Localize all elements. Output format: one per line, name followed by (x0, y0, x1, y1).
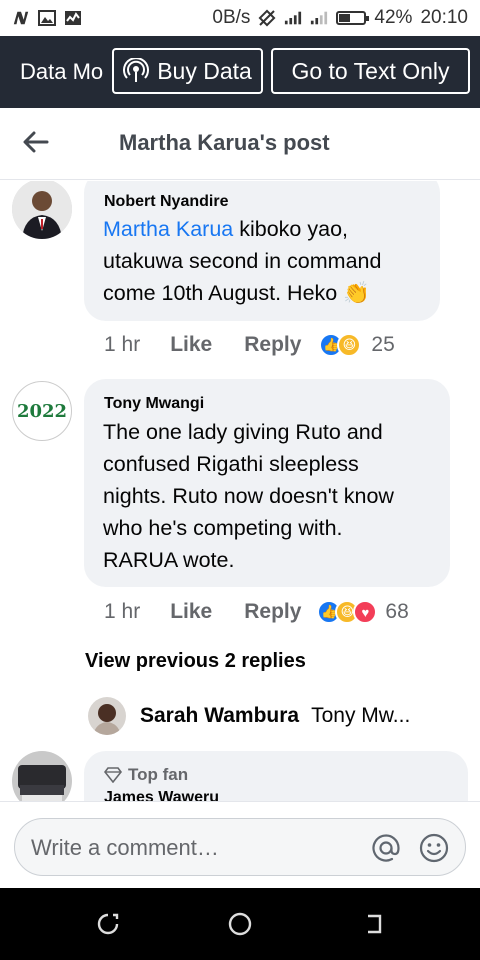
reactions[interactable]: 👍 😆 ♥ (317, 600, 378, 624)
like-button[interactable]: Like (170, 600, 212, 624)
comment-composer: Write a comment… (0, 801, 480, 888)
activity-icon (64, 9, 82, 27)
reply-button[interactable]: Reply (244, 333, 301, 357)
comment-time[interactable]: 1 hr (104, 600, 140, 624)
comment-input[interactable]: Write a comment… (14, 818, 466, 876)
n-icon (12, 9, 30, 27)
recents-icon[interactable] (94, 910, 122, 938)
mention-link[interactable]: Martha Karua (103, 217, 233, 241)
comment-text: The one lady giving Ruto and confused Ri… (103, 420, 394, 572)
buy-data-button[interactable]: Buy Data (112, 48, 263, 94)
comment-placeholder: Write a comment… (31, 835, 219, 860)
home-icon[interactable] (226, 910, 254, 938)
top-fan-badge: Top fan (104, 765, 188, 785)
post-header: Martha Karua's post (0, 108, 480, 180)
heart-icon: ♥ (353, 600, 378, 624)
comment-text: Martha Karua kiboko yao, utakuwa second … (103, 217, 382, 305)
battery-percent: 42% (374, 7, 413, 28)
like-button[interactable]: Like (170, 333, 212, 357)
avatar (88, 697, 126, 735)
net-speed: 0B/s (212, 7, 251, 28)
comment-time[interactable]: 1 hr (104, 333, 140, 357)
battery-icon (336, 11, 370, 25)
avatar[interactable]: 2022 (12, 381, 72, 441)
mention-icon[interactable] (369, 831, 403, 865)
broadcast-icon (123, 58, 150, 84)
back-arrow-icon[interactable] (22, 128, 50, 156)
clapping-emoji-icon: 👏 (343, 281, 371, 305)
data-mode-bar: Data Mo Buy Data Go to Text Only (0, 36, 480, 108)
back-icon[interactable] (360, 910, 388, 938)
comment-author[interactable]: Nobert Nyandire (104, 193, 228, 211)
image-icon (38, 9, 56, 27)
comment-author[interactable]: Tony Mwangi (104, 395, 204, 413)
reply-snippet: Tony Mw... (311, 704, 411, 727)
reply-button[interactable]: Reply (244, 600, 301, 624)
system-nav-bar (0, 888, 480, 960)
status-bar: 0B/s 42% 20:10 (0, 0, 480, 36)
reply-author: Sarah Wambura (140, 704, 300, 727)
clock: 20:10 (420, 7, 468, 28)
diamond-icon (104, 767, 122, 783)
page-title: Martha Karua's post (119, 130, 330, 155)
data-mode-label: Data Mo (20, 59, 104, 84)
avatar-label: 2022 (16, 400, 68, 422)
text-only-label: Go to Text Only (291, 57, 450, 84)
avatar[interactable] (12, 751, 72, 801)
rotate-icon (258, 9, 276, 27)
emoji-icon[interactable] (417, 831, 451, 865)
laughing-icon: 😆 (337, 333, 362, 357)
signal-icon (284, 9, 302, 27)
comment-actions: 1 hr Like Reply 👍 😆 ♥ 68 (104, 600, 409, 624)
buy-data-label: Buy Data (157, 57, 252, 84)
view-previous-replies-link[interactable]: View previous 2 replies (85, 650, 306, 673)
comment-author[interactable]: James Waweru (104, 789, 219, 801)
reactions[interactable]: 👍 😆 (319, 333, 362, 357)
text-only-button[interactable]: Go to Text Only (271, 48, 470, 94)
comment-actions: 1 hr Like Reply 👍 😆 25 (104, 333, 395, 357)
comments-feed[interactable]: Nobert Nyandire Martha Karua kiboko yao,… (0, 181, 480, 801)
avatar[interactable] (12, 181, 72, 239)
reaction-count[interactable]: 25 (371, 333, 394, 357)
reaction-count[interactable]: 68 (385, 600, 408, 624)
reply-preview[interactable]: Sarah Wambura Tony Mw... (88, 697, 410, 735)
signal-2-icon (310, 9, 328, 27)
